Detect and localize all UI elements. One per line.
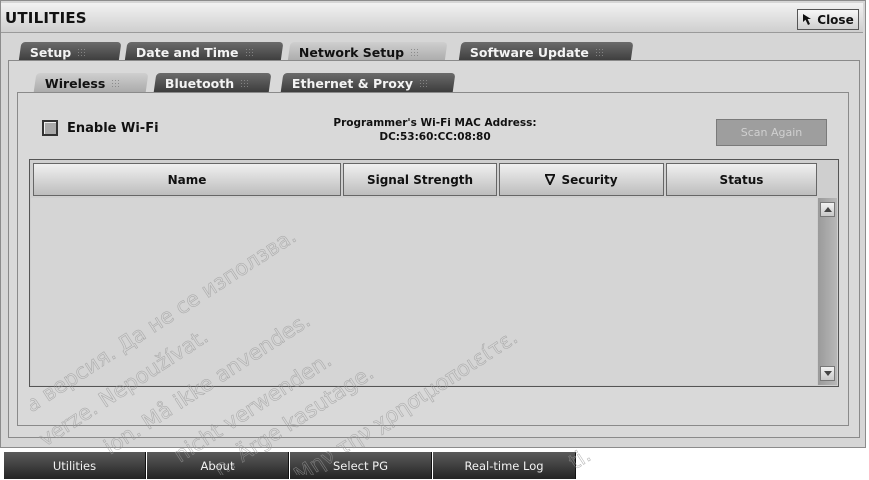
- title-bar: UTILITIES Close: [1, 3, 863, 33]
- tab-setup[interactable]: Setup: [18, 42, 122, 62]
- column-header-signal-strength[interactable]: Signal Strength: [343, 163, 497, 196]
- tab-ethernet-proxy[interactable]: Ethernet & Proxy: [280, 73, 456, 93]
- tab-date-and-time[interactable]: Date and Time: [124, 42, 284, 62]
- column-header-status-label: Status: [719, 172, 764, 187]
- pointer-arrow-icon: [803, 14, 812, 25]
- taskbar-about-button[interactable]: About: [147, 452, 289, 479]
- wifi-networks-list[interactable]: [31, 198, 817, 385]
- tab-bluetooth-label: Bluetooth: [165, 75, 235, 91]
- tab-network-setup[interactable]: Network Setup: [287, 42, 448, 62]
- taskbar-select-pg-button[interactable]: Select PG: [290, 452, 432, 479]
- tab-wireless-label: Wireless: [45, 75, 106, 91]
- column-header-security-label: Security: [561, 172, 618, 187]
- close-button[interactable]: Close: [797, 9, 859, 30]
- grip-icon: [419, 79, 430, 87]
- grip-icon: [244, 48, 255, 56]
- scroll-up-button[interactable]: [820, 202, 835, 217]
- column-header-signal-strength-label: Signal Strength: [366, 172, 474, 187]
- tab-network-setup-label: Network Setup: [299, 44, 405, 60]
- mac-address-value: DC:53:60:CC:08:80: [379, 131, 491, 143]
- arrow-down-icon: [823, 371, 832, 376]
- grip-icon: [111, 79, 122, 87]
- enable-wifi-row[interactable]: Enable Wi-Fi: [42, 120, 159, 136]
- sort-descending-icon: [545, 174, 556, 185]
- arrow-up-icon: [823, 207, 832, 212]
- enable-wifi-label: Enable Wi-Fi: [67, 120, 159, 136]
- column-header-name[interactable]: Name: [33, 163, 341, 196]
- grip-icon: [410, 48, 421, 56]
- tab-ethernet-proxy-label: Ethernet & Proxy: [292, 75, 414, 91]
- column-header-status[interactable]: Status: [666, 163, 817, 196]
- column-header-name-label: Name: [167, 172, 207, 187]
- tab-software-update-label: Software Update: [470, 44, 589, 60]
- enable-wifi-checkbox[interactable]: [42, 120, 58, 136]
- close-label: Close: [817, 12, 854, 27]
- tab-date-and-time-label: Date and Time: [136, 44, 239, 60]
- tab-software-update[interactable]: Software Update: [458, 42, 634, 62]
- grip-icon: [240, 79, 251, 87]
- taskbar-real-time-log-button[interactable]: Real-time Log: [433, 452, 576, 479]
- column-header-security[interactable]: Security: [499, 163, 664, 196]
- tab-bluetooth[interactable]: Bluetooth: [153, 73, 272, 93]
- window-title: UTILITIES: [5, 9, 87, 27]
- vertical-scrollbar[interactable]: [818, 198, 837, 385]
- taskbar-utilities-button[interactable]: Utilities: [4, 452, 146, 479]
- mac-address-title: Programmer's Wi-Fi MAC Address:: [333, 117, 537, 129]
- scan-again-button[interactable]: Scan Again: [716, 119, 827, 146]
- tab-wireless[interactable]: Wireless: [33, 73, 149, 93]
- grip-icon: [594, 48, 605, 56]
- tab-setup-label: Setup: [30, 44, 72, 60]
- grip-icon: [77, 48, 88, 56]
- scroll-down-button[interactable]: [820, 366, 835, 381]
